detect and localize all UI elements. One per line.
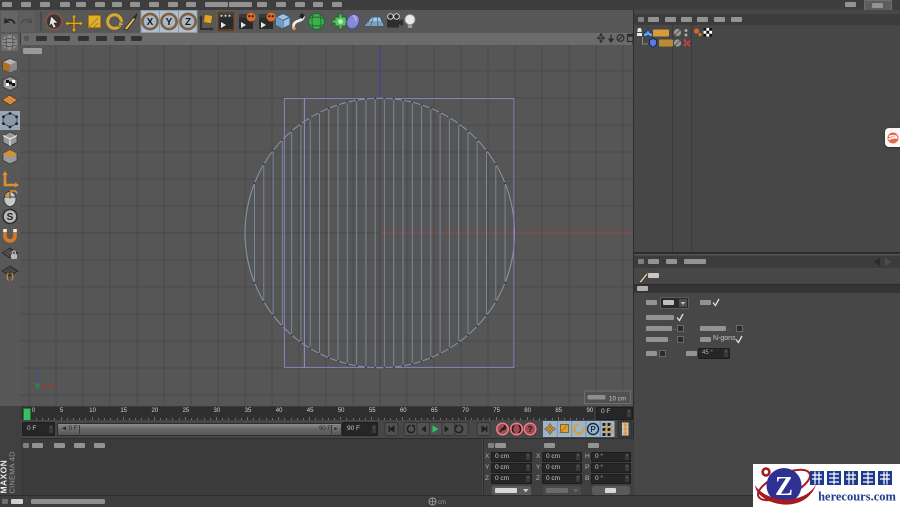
svg-text:( ): ( ) [6,272,14,281]
svg-text:Y: Y [166,17,173,28]
svg-text:X: X [147,17,154,28]
svg-text:S: S [7,212,14,223]
svg-text:10 cm: 10 cm [609,396,626,403]
svg-text:Z: Z [775,471,793,501]
svg-text:cm: cm [438,500,446,506]
svg-text:P: P [590,425,596,434]
svg-text:herecours.com: herecours.com [818,490,896,504]
svg-text:Z: Z [185,17,191,28]
svg-text:?: ? [527,424,532,434]
